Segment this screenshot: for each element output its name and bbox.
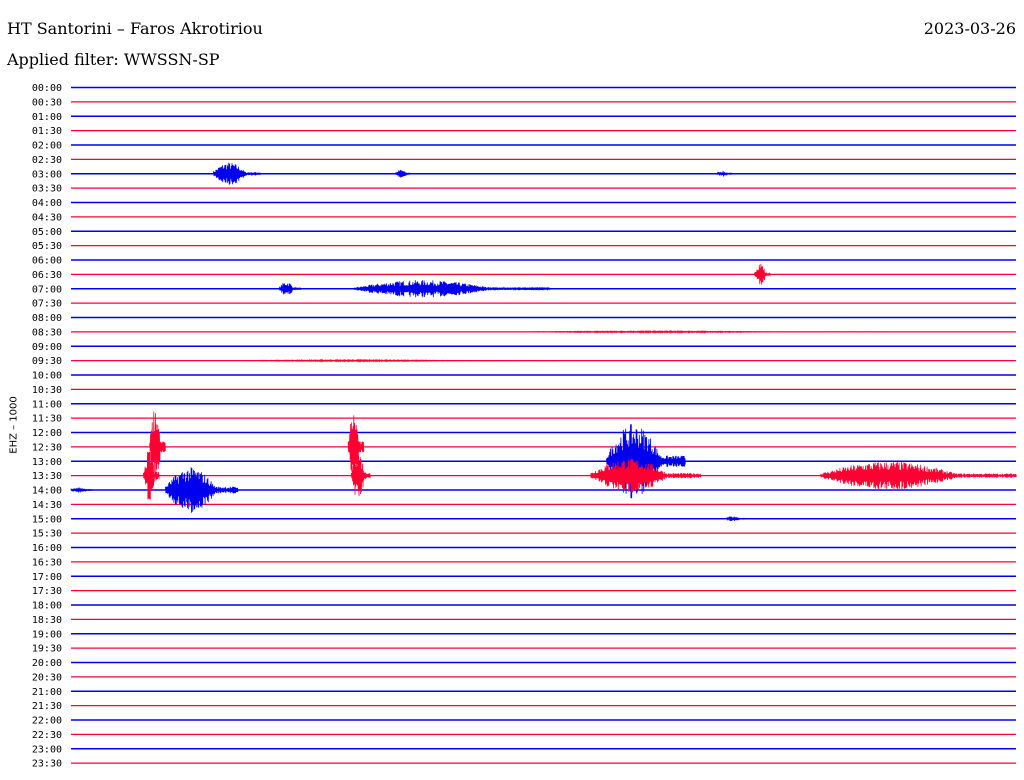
- seismic-event: [754, 263, 771, 285]
- time-label: 14:00: [32, 486, 62, 497]
- trace-group: [70, 86, 1017, 764]
- time-label-group: 00:00 00:30 01:00 01:30 02:00 02:30 03:00 03:30…: [32, 83, 62, 770]
- time-label: 22:00: [32, 716, 62, 727]
- time-label: 09:00: [32, 342, 62, 353]
- seismic-event: [354, 280, 551, 298]
- time-label: 17:30: [32, 586, 62, 597]
- seismic-event: [70, 487, 94, 493]
- time-label: 12:00: [32, 428, 62, 439]
- time-label: 14:30: [32, 500, 62, 511]
- seismic-event: [278, 283, 302, 295]
- time-label: 15:30: [32, 529, 62, 540]
- time-label: 17:00: [32, 572, 62, 583]
- time-label: 16:00: [32, 543, 62, 554]
- time-label: 07:00: [32, 284, 62, 295]
- time-label: 03:30: [32, 184, 62, 195]
- time-label: 20:30: [32, 672, 62, 683]
- time-label: 23:00: [32, 744, 62, 755]
- time-label: 08:00: [32, 313, 62, 324]
- time-label: 13:00: [32, 457, 62, 468]
- seismic-event: [395, 169, 412, 178]
- time-label: 02:00: [32, 141, 62, 152]
- time-label: 21:00: [32, 687, 62, 698]
- time-label: 21:30: [32, 701, 62, 712]
- time-label: 13:30: [32, 471, 62, 482]
- time-label: 00:30: [32, 97, 62, 108]
- time-label: 19:00: [32, 629, 62, 640]
- time-label: 10:30: [32, 385, 62, 396]
- seismic-event: [820, 461, 1017, 490]
- seismic-event: [725, 516, 746, 521]
- time-label: 12:30: [32, 442, 62, 453]
- time-label: 03:00: [32, 169, 62, 180]
- time-label: 18:30: [32, 615, 62, 626]
- time-label: 01:30: [32, 126, 62, 137]
- time-label: 05:00: [32, 227, 62, 238]
- time-label: 11:00: [32, 399, 62, 410]
- time-label: 11:30: [32, 414, 62, 425]
- time-label: 19:30: [32, 644, 62, 655]
- seismic-event: [165, 467, 239, 513]
- seismic-event: [212, 162, 261, 185]
- time-label: 08:30: [32, 327, 62, 338]
- time-label: 02:30: [32, 155, 62, 166]
- time-label: 07:30: [32, 299, 62, 310]
- time-label: 04:30: [32, 212, 62, 223]
- helicorder-plot: 00:00 00:30 01:00 01:30 02:00 02:30 03:00 03:30…: [32, 83, 1017, 770]
- seismic-event: [716, 170, 733, 177]
- time-label: 18:00: [32, 601, 62, 612]
- time-label: 10:00: [32, 371, 62, 382]
- time-label: 01:00: [32, 112, 62, 123]
- time-label: 15:00: [32, 514, 62, 525]
- time-label: 16:30: [32, 557, 62, 568]
- time-label: 04:00: [32, 198, 62, 209]
- time-label: 22:30: [32, 730, 62, 741]
- time-label: 06:00: [32, 256, 62, 267]
- time-label: 20:00: [32, 658, 62, 669]
- time-label: 05:30: [32, 241, 62, 252]
- time-label: 06:30: [32, 270, 62, 281]
- time-label: 09:30: [32, 356, 62, 367]
- time-label: 23:30: [32, 759, 62, 770]
- time-label: 00:00: [32, 83, 62, 94]
